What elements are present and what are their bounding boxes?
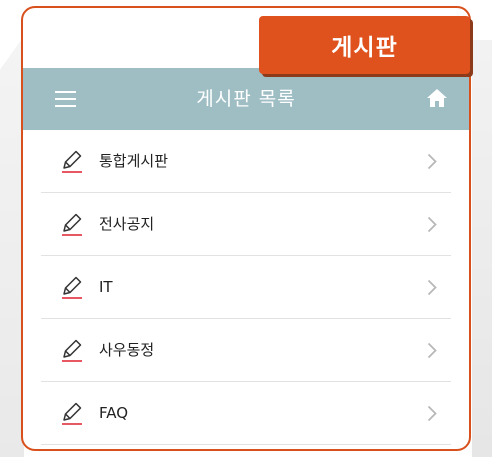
home-icon[interactable] [425,86,449,110]
pencil-icon [62,213,82,236]
board-badge: 게시판 [259,16,470,74]
board-list: 통합게시판 전사공지 IT 사우동정 FAQ [23,130,469,445]
screen: 게시판 목록 통합게시판 전사공지 IT 사우동정 FAQ 게시판 [0,0,492,457]
chevron-right-icon [427,342,437,359]
list-item-it[interactable]: IT [41,256,451,319]
pencil-icon [62,276,82,299]
list-item-label: 전사공지 [99,215,155,233]
list-item-integrated-board[interactable]: 통합게시판 [41,130,451,193]
list-item-faq[interactable]: FAQ [41,382,451,445]
list-item-label: IT [99,278,113,296]
list-item-label: 통합게시판 [99,152,169,170]
pencil-icon [62,150,82,173]
app-bar: 게시판 목록 [23,68,469,130]
chevron-right-icon [427,279,437,296]
list-item-company-notice[interactable]: 전사공지 [41,193,451,256]
list-item-staff-news[interactable]: 사우동정 [41,319,451,382]
backdrop-right [472,40,492,457]
pencil-icon [62,402,82,425]
page-title: 게시판 목록 [196,88,296,110]
pencil-icon [62,339,82,362]
chevron-right-icon [427,405,437,422]
chevron-right-icon [427,153,437,170]
chevron-right-icon [427,216,437,233]
list-item-label: FAQ [99,404,129,422]
list-item-label: 사우동정 [99,341,155,359]
